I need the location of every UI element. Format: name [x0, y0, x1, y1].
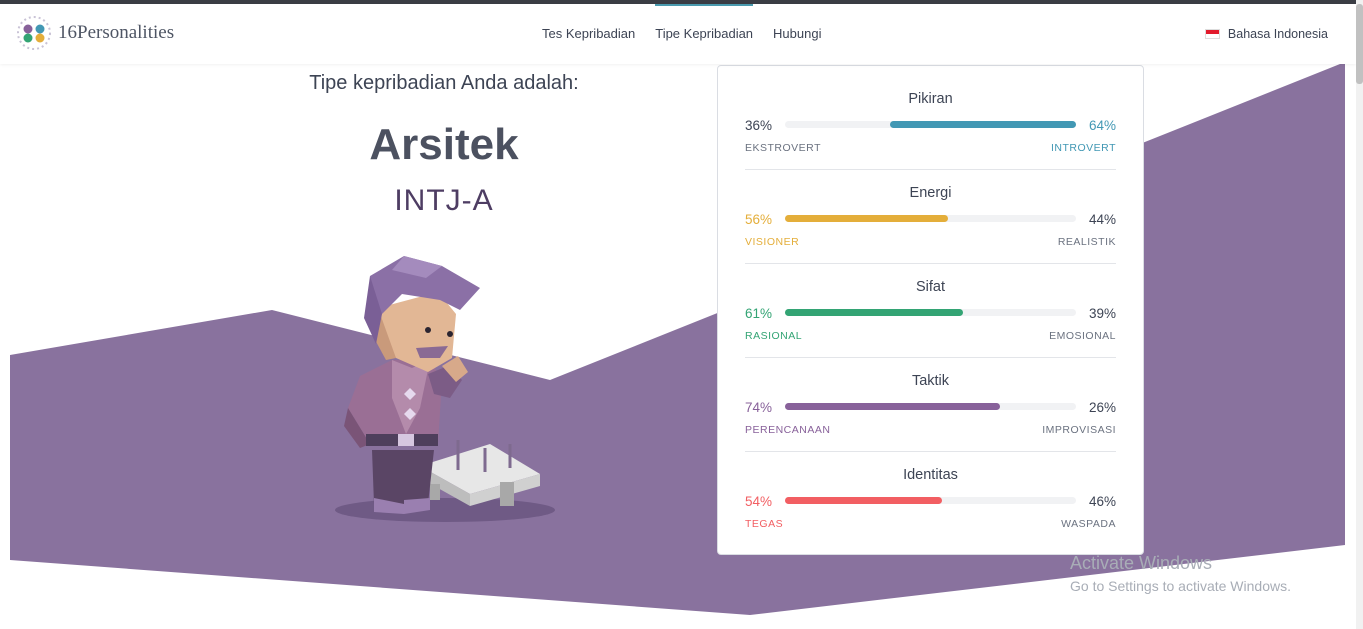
- personality-name: Arsitek: [369, 120, 519, 169]
- trait-right-percent: 64%: [1088, 118, 1116, 133]
- watermark-subtitle: Go to Settings to activate Windows.: [1070, 578, 1291, 594]
- trait-bar-fill: [889, 121, 1076, 128]
- trait-left-percent: 74%: [745, 400, 773, 415]
- brand-name: 16Personalities: [58, 22, 175, 43]
- indonesia-flag-icon: [1204, 29, 1220, 39]
- trait-title: Taktik: [911, 373, 950, 389]
- trait-left-label: TEGAS: [745, 518, 784, 530]
- trait-bar-fill: [785, 215, 948, 222]
- trait-bar-track: [785, 309, 1076, 316]
- brand-logo[interactable]: 16Personalities: [16, 15, 174, 51]
- trait-row-sifat[interactable]: Sifat 61% 39% RASIONAL EMOSIONAL: [745, 254, 1116, 358]
- trait-right-percent: 44%: [1088, 212, 1116, 227]
- background-shape: [10, 62, 1345, 615]
- trait-bar-track: [785, 121, 1076, 128]
- main-nav: Tes Kepribadian Tipe Kepribadian Hubungi: [542, 4, 841, 64]
- trait-right-label: INTROVERT: [1051, 142, 1116, 154]
- windows-activation-watermark: Activate Windows Go to Settings to activ…: [1070, 553, 1291, 594]
- nav-hubungi[interactable]: Hubungi: [773, 4, 821, 64]
- watermark-title: Activate Windows: [1070, 553, 1213, 573]
- trait-right-percent: 26%: [1088, 400, 1116, 415]
- personality-code: INTJ-A: [394, 184, 494, 217]
- trait-bar-fill: [785, 497, 943, 504]
- language-selector[interactable]: Bahasa Indonesia: [1204, 4, 1328, 64]
- trait-bar-track: [785, 497, 1076, 504]
- trait-title: Energi: [909, 185, 952, 201]
- trait-title: Sifat: [915, 279, 945, 295]
- trait-bar-track: [785, 215, 1076, 222]
- trait-right-label: WASPADA: [1061, 518, 1116, 530]
- trait-row-taktik[interactable]: Taktik 74% 26% PERENCANAAN IMPROVISASI: [745, 348, 1116, 452]
- trait-row-energi[interactable]: Energi 56% 44% VISIONER REALISTIK: [745, 160, 1116, 264]
- nav-tes-kepribadian[interactable]: Tes Kepribadian: [542, 4, 635, 64]
- trait-title: Pikiran: [908, 91, 953, 107]
- trait-bar-track: [785, 403, 1076, 410]
- trait-right-label: REALISTIK: [1057, 236, 1116, 248]
- trait-left-percent: 54%: [745, 494, 773, 509]
- result-intro: Tipe kepribadian Anda adalah:: [309, 72, 579, 94]
- nav-tipe-kepribadian[interactable]: Tipe Kepribadian: [655, 4, 753, 64]
- trait-right-label: EMOSIONAL: [1049, 330, 1116, 342]
- trait-left-label: PERENCANAAN: [745, 424, 831, 436]
- trait-left-label: RASIONAL: [745, 330, 803, 342]
- trait-row-pikiran[interactable]: Pikiran 36% 64% EKSTROVERT INTROVERT: [745, 66, 1116, 170]
- trait-title: Identitas: [903, 467, 958, 483]
- logo-icon: [17, 16, 51, 50]
- trait-right-percent: 46%: [1088, 494, 1116, 509]
- trait-right-percent: 39%: [1088, 306, 1116, 321]
- language-label: Bahasa Indonesia: [1227, 27, 1328, 41]
- top-navbar: 16Personalities Tes Kepribadian Tipe Kep…: [0, 4, 1356, 64]
- trait-left-percent: 61%: [745, 306, 773, 321]
- trait-right-label: IMPROVISASI: [1042, 424, 1116, 436]
- trait-bar-fill: [785, 309, 963, 316]
- trait-bar-fill: [785, 403, 1001, 410]
- trait-left-percent: 56%: [745, 212, 773, 227]
- trait-left-label: VISIONER: [745, 236, 800, 248]
- trait-left-percent: 36%: [745, 118, 773, 133]
- architect-character-illustration: [335, 256, 555, 522]
- trait-left-label: EKSTROVERT: [745, 142, 821, 154]
- trait-row-identitas[interactable]: Identitas 54% 46% TEGAS WASPADA: [745, 442, 1116, 536]
- traits-card: Pikiran 36% 64% EKSTROVERT INTROVERT Energi 56…: [717, 65, 1144, 555]
- page-scrollbar[interactable]: [1356, 0, 1363, 629]
- scrollbar-thumb[interactable]: [1356, 4, 1363, 84]
